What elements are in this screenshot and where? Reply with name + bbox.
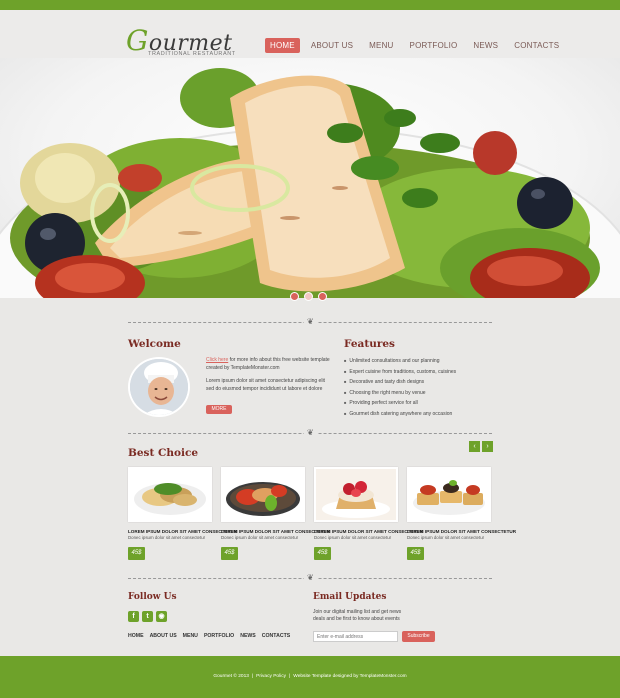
section-divider: ❦ [128, 428, 492, 437]
product-subtitle: Donec ipsum dolor sit amet consectetur [407, 535, 485, 540]
feature-item: Providing perfect service for all [344, 398, 494, 409]
product-title: LOREM IPSUM DOLOR SIT AMET CONSECTETUR [128, 529, 238, 534]
feature-item: Unlimited consultations and our planning [344, 356, 494, 367]
copyright-text: Gourmet © 2013 [213, 674, 249, 679]
footer: Gourmet © 2013 | Privacy Policy | Website Te… [0, 656, 620, 698]
subscribe-button[interactable]: Subscribe [402, 631, 435, 642]
slider-dot-3[interactable] [318, 292, 327, 301]
feature-item: Expert cuisine from traditions, customs,… [344, 367, 494, 378]
main-nav: HOME ABOUT US MENU PORTFOLIO NEWS CONTAC… [265, 38, 564, 53]
price-badge: 45$ [314, 547, 331, 560]
privacy-policy-link[interactable]: Privacy Policy [256, 674, 286, 679]
footer-nav-home[interactable]: HOME [128, 633, 144, 639]
feature-item: Decorative and tasty dish designs [344, 377, 494, 388]
chevron-right-icon[interactable]: › [482, 441, 493, 452]
nav-about-us[interactable]: ABOUT US [306, 38, 358, 53]
price-badge: 45$ [221, 547, 238, 560]
welcome-heading: Welcome [128, 338, 181, 350]
nav-home[interactable]: HOME [265, 38, 300, 53]
product-subtitle: Donec ipsum dolor sit amet consectetur [314, 535, 392, 540]
chef-avatar [128, 357, 190, 417]
nav-contacts[interactable]: CONTACTS [509, 38, 564, 53]
slider-dot-1[interactable] [290, 292, 299, 301]
footer-nav-news[interactable]: NEWS [240, 633, 256, 639]
rss-icon[interactable]: ◉ [156, 611, 167, 622]
product-card[interactable]: LOREM IPSUM DOLOR SIT AMET CONSECTETUR D… [221, 467, 331, 560]
social-links: f t ◉ [128, 611, 167, 622]
leaf-ornament-icon: ❦ [304, 573, 317, 582]
footer-nav-menu[interactable]: MENU [183, 633, 198, 639]
logo[interactable]: Gourmet TRADITIONAL RESTAURANT [126, 24, 236, 60]
leaf-ornament-icon: ❦ [304, 317, 317, 326]
chevron-left-icon[interactable]: ‹ [469, 441, 480, 452]
product-image [221, 467, 305, 522]
email-updates-text: Join our digital mailing list and get ne… [313, 609, 402, 622]
product-image [407, 467, 491, 522]
price-badge: 45$ [128, 547, 145, 560]
salad-dish-illustration [0, 68, 620, 298]
product-title: LOREM IPSUM DOLOR SIT AMET CONSECTETUR [314, 529, 424, 534]
section-divider: ❦ [128, 317, 492, 326]
top-accent-bar [0, 0, 620, 10]
section-divider: ❦ [128, 573, 492, 582]
header: Gourmet TRADITIONAL RESTAURANT HOME ABOU… [0, 10, 620, 58]
product-card[interactable]: LOREM IPSUM DOLOR SIT AMET CONSECTETUR D… [128, 467, 238, 560]
feature-item: Gourmet dish catering anywhere any occas… [344, 409, 494, 420]
welcome-text-2: Lorem ipsum dolor sit amet consectetur a… [206, 378, 325, 392]
nav-news[interactable]: NEWS [468, 38, 503, 53]
email-field[interactable] [313, 631, 398, 642]
footer-nav-contacts[interactable]: CONTACTS [262, 633, 290, 639]
follow-us-heading: Follow Us [128, 592, 177, 602]
template-credit: Website Template designed by TemplateMon… [293, 674, 407, 679]
welcome-text: Click here for more info about this free… [206, 356, 334, 393]
product-image [314, 467, 398, 522]
footer-nav-portfolio[interactable]: PORTFOLIO [204, 633, 234, 639]
twitter-icon[interactable]: t [142, 611, 153, 622]
product-title: LOREM IPSUM DOLOR SIT AMET CONSECTETUR [407, 529, 517, 534]
click-here-link[interactable]: Click here [206, 357, 228, 363]
features-heading: Features [344, 338, 395, 350]
hero-slider-image [0, 58, 620, 298]
price-badge: 45$ [407, 547, 424, 560]
nav-menu[interactable]: MENU [364, 38, 398, 53]
facebook-icon[interactable]: f [128, 611, 139, 622]
logo-tagline: TRADITIONAL RESTAURANT [148, 51, 236, 57]
leaf-ornament-icon: ❦ [304, 428, 317, 437]
slider-dot-2[interactable] [304, 292, 313, 301]
product-card[interactable]: LOREM IPSUM DOLOR SIT AMET CONSECTETUR D… [407, 467, 517, 560]
feature-item: Choosing the right menu by venue [344, 388, 494, 399]
best-choice-heading: Best Choice [128, 447, 199, 459]
footer-nav: HOME ABOUT US MENU PORTFOLIO NEWS CONTAC… [128, 633, 290, 639]
email-updates-heading: Email Updates [313, 592, 387, 602]
footer-nav-about-us[interactable]: ABOUT US [150, 633, 177, 639]
product-title: LOREM IPSUM DOLOR SIT AMET CONSECTETUR [221, 529, 331, 534]
product-subtitle: Donec ipsum dolor sit amet consectetur [128, 535, 206, 540]
nav-portfolio[interactable]: PORTFOLIO [405, 38, 463, 53]
product-image [128, 467, 212, 522]
more-button[interactable]: MORE [206, 405, 232, 414]
features-list: Unlimited consultations and our planning… [344, 356, 494, 419]
carousel-arrows: ‹ › [469, 441, 493, 452]
product-card[interactable]: LOREM IPSUM DOLOR SIT AMET CONSECTETUR D… [314, 467, 424, 560]
slider-pagination [290, 292, 327, 301]
product-subtitle: Donec ipsum dolor sit amet consectetur [221, 535, 299, 540]
